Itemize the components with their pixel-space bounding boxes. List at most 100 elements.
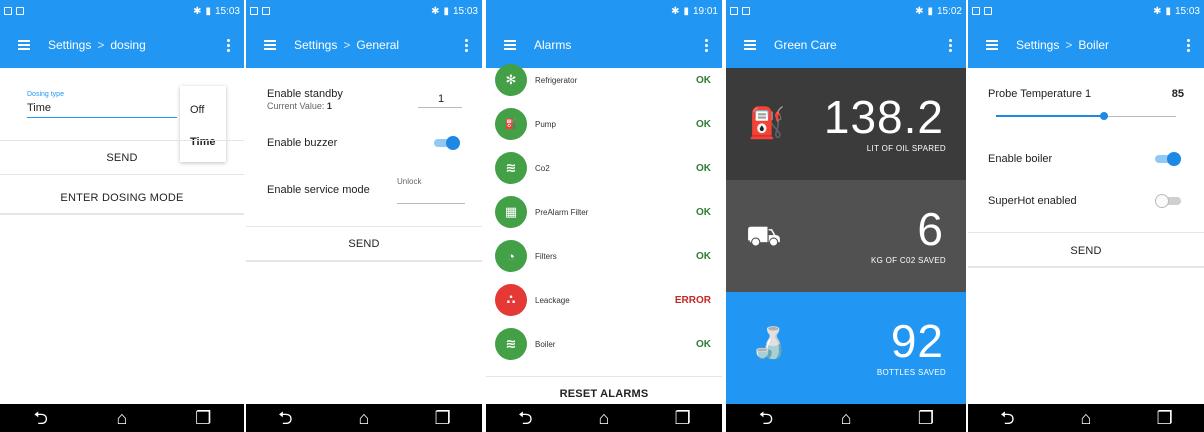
alarm-row[interactable]: ≋ Co2 OK <box>486 146 722 190</box>
alarm-row[interactable]: ✻ Refrigerator OK <box>486 58 722 102</box>
recents-icon[interactable]: ❐ <box>191 409 215 427</box>
breadcrumb: Settings > Boiler <box>1016 38 1109 52</box>
alarm-name: Filters <box>535 251 557 261</box>
battery-icon: ▮ <box>683 5 689 17</box>
dropdown-option-off[interactable]: Off <box>190 104 204 116</box>
back-icon[interactable]: ⮌ <box>29 409 53 427</box>
dosing-type-label: Dosing type <box>27 91 64 98</box>
buzzer-toggle[interactable] <box>434 136 460 150</box>
divider <box>968 232 1204 233</box>
divider <box>0 213 244 215</box>
alarm-row[interactable]: ◔ Filters OK <box>486 234 722 278</box>
alarm-row[interactable]: ⛽ Pump OK <box>486 102 722 146</box>
standby-current-label: Current Value: 1 <box>267 101 332 111</box>
alarm-row[interactable]: ▦ PreAlarm Filter OK <box>486 190 722 234</box>
menu-icon[interactable] <box>968 22 1016 68</box>
superhot-toggle[interactable] <box>1155 194 1181 208</box>
alarm-status: OK <box>696 74 711 86</box>
phone-dosing: ✱ ▮ 15:03 Settings > dosing Dosing type Ti… <box>0 0 244 432</box>
overflow-menu-icon[interactable] <box>212 22 244 68</box>
recents-icon[interactable]: ❐ <box>431 409 455 427</box>
gauge-icon: ◔ <box>495 240 527 272</box>
breadcrumb-separator: > <box>343 38 351 52</box>
home-icon[interactable]: ⌂ <box>1074 409 1098 427</box>
send-button[interactable]: SEND <box>0 152 244 164</box>
alarm-row[interactable]: ∴ Leackage ERROR <box>486 278 722 322</box>
send-button[interactable]: SEND <box>968 245 1204 257</box>
menu-icon[interactable] <box>726 22 774 68</box>
home-icon[interactable]: ⌂ <box>592 409 616 427</box>
send-button[interactable]: SEND <box>246 238 482 250</box>
divider <box>0 140 244 141</box>
status-time: 15:03 <box>1174 5 1200 17</box>
home-icon[interactable]: ⌂ <box>834 409 858 427</box>
dosing-type-select[interactable]: Time <box>27 102 51 114</box>
divider <box>968 266 1204 268</box>
menu-icon[interactable] <box>0 22 48 68</box>
menu-icon[interactable] <box>246 22 294 68</box>
home-icon[interactable]: ⌂ <box>110 409 134 427</box>
alarm-name: Pump <box>535 119 556 129</box>
slider-fill <box>996 115 1104 117</box>
alarm-status: OK <box>696 250 711 262</box>
overflow-menu-icon[interactable] <box>1172 22 1204 68</box>
probe-temperature-slider[interactable] <box>996 110 1176 122</box>
oil-spared-value: 138.2 <box>823 91 944 143</box>
back-icon[interactable]: ⮌ <box>995 409 1019 427</box>
back-icon[interactable]: ⮌ <box>754 409 778 427</box>
bluetooth-icon: ✱ <box>1153 5 1162 17</box>
enter-dosing-mode-button[interactable]: ENTER DOSING MODE <box>0 192 244 204</box>
notification-icon <box>730 7 738 15</box>
enable-standby-label: Enable standby <box>267 88 343 100</box>
probe-temperature-label: Probe Temperature 1 <box>988 88 1092 100</box>
system-nav-bar: ⮌ ⌂ ❐ <box>486 404 722 432</box>
recents-icon[interactable]: ❐ <box>671 409 695 427</box>
phone-alarms: ✱ ▮ 19:01 Alarms ✻ Refrigerator OK ⛽ Pump … <box>486 0 722 432</box>
notification-icon <box>742 7 750 15</box>
pump-icon: ⛽ <box>495 108 527 140</box>
co2-saved-value: 6 <box>917 203 944 255</box>
breadcrumb: Settings > dosing <box>48 38 146 52</box>
recents-icon[interactable]: ❐ <box>914 409 938 427</box>
notification-icon <box>16 7 24 15</box>
standby-input[interactable]: 1 <box>438 93 444 105</box>
app-bar: Settings > dosing <box>0 22 244 68</box>
app-bar: Green Care <box>726 22 966 68</box>
page-title: Green Care <box>774 38 837 52</box>
status-bar: ✱ ▮ 19:01 <box>486 0 722 22</box>
recents-icon[interactable]: ❐ <box>1153 409 1177 427</box>
truck-icon: ⛟ <box>746 220 782 251</box>
leak-drops-icon: ∴ <box>495 284 527 316</box>
alarm-name: PreAlarm Filter <box>535 207 589 217</box>
breadcrumb-settings[interactable]: Settings <box>1016 38 1059 52</box>
alarm-name: Leackage <box>535 295 570 305</box>
status-bar: ✱ ▮ 15:03 <box>968 0 1204 22</box>
notification-icon <box>4 7 12 15</box>
alarm-row[interactable]: ≋ Boiler OK <box>486 322 722 366</box>
bluetooth-icon: ✱ <box>193 5 202 17</box>
back-icon[interactable]: ⮌ <box>513 409 537 427</box>
enable-boiler-toggle[interactable] <box>1155 152 1181 166</box>
back-icon[interactable]: ⮌ <box>273 409 297 427</box>
overflow-menu-icon[interactable] <box>934 22 966 68</box>
dropdown-option-time[interactable]: Time <box>190 136 215 148</box>
breadcrumb-settings[interactable]: Settings <box>294 38 337 52</box>
unlock-input[interactable] <box>397 203 465 204</box>
overflow-menu-icon[interactable] <box>450 22 482 68</box>
page-title: Alarms <box>534 38 572 52</box>
unlock-label: Unlock <box>397 177 422 186</box>
superhot-label: SuperHot enabled <box>988 195 1077 207</box>
home-icon[interactable]: ⌂ <box>352 409 376 427</box>
heat-waves-icon: ≋ <box>495 328 527 360</box>
system-nav-bar: ⮌ ⌂ ❐ <box>0 404 244 432</box>
phone-boiler: ✱ ▮ 15:03 Settings > Boiler Probe Temperat… <box>968 0 1204 432</box>
battery-icon: ▮ <box>443 5 449 17</box>
alarm-status: OK <box>696 338 711 350</box>
breadcrumb-settings[interactable]: Settings <box>48 38 91 52</box>
bottle-icon: 🍶 <box>750 327 788 360</box>
oil-drop-icon: ⛽ <box>748 107 786 140</box>
reset-alarms-button[interactable]: RESET ALARMS <box>486 388 722 400</box>
slider-thumb[interactable] <box>1100 112 1108 120</box>
bluetooth-icon: ✱ <box>915 5 924 17</box>
system-nav-bar: ⮌ ⌂ ❐ <box>968 404 1204 432</box>
